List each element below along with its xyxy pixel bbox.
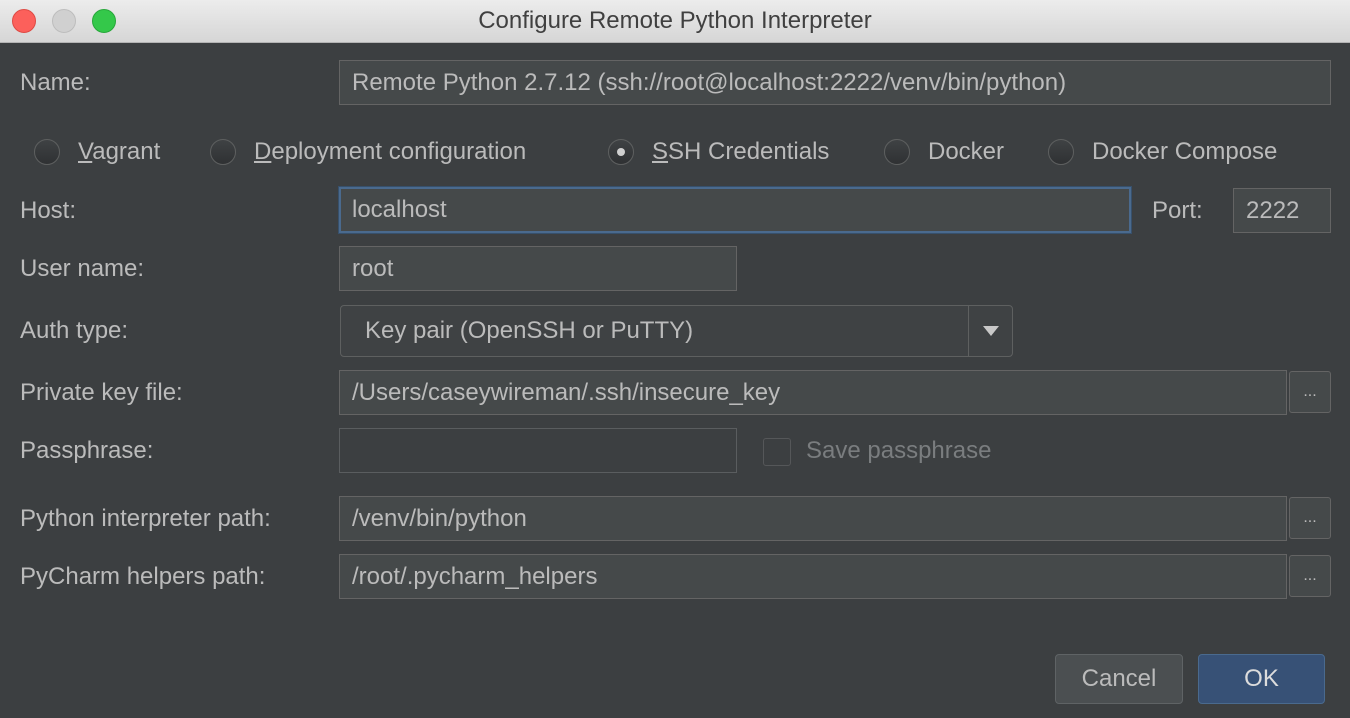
window-title: Configure Remote Python Interpreter <box>478 7 872 34</box>
interpreter-path-value: /venv/bin/python <box>352 504 527 532</box>
radio-label: Docker Compose <box>1092 138 1278 165</box>
passphrase-label: Passphrase: <box>20 437 154 464</box>
save-passphrase-label: Save passphrase <box>806 437 992 464</box>
port-value: 2222 <box>1246 196 1300 224</box>
interpreter-path-label: Python interpreter path: <box>20 505 271 532</box>
host-input[interactable]: localhost <box>339 187 1131 233</box>
radio-docker[interactable]: Docker <box>884 132 1004 172</box>
ok-button[interactable]: OK <box>1198 654 1325 704</box>
radio-label: Deployment configuration <box>254 138 527 165</box>
helpers-path-input[interactable]: /root/.pycharm_helpers <box>339 554 1287 599</box>
radio-button-selected[interactable] <box>608 139 634 165</box>
auth-type-label: Auth type: <box>20 317 129 344</box>
browse-helpers-button[interactable]: ... <box>1289 555 1331 597</box>
cancel-button[interactable]: Cancel <box>1055 654 1183 704</box>
username-input[interactable]: root <box>339 246 737 291</box>
private-key-label: Private key file: <box>20 379 183 406</box>
browse-interpreter-button[interactable]: ... <box>1289 497 1331 539</box>
host-label: Host: <box>20 197 77 224</box>
name-value: Remote Python 2.7.12 (ssh://root@localho… <box>352 68 1067 96</box>
radio-ssh-credentials[interactable]: SSH Credentials <box>608 132 829 172</box>
host-value: localhost <box>352 196 447 223</box>
username-label: User name: <box>20 255 145 282</box>
radio-button[interactable] <box>210 139 236 165</box>
interpreter-path-input[interactable]: /venv/bin/python <box>339 496 1287 541</box>
radio-label: Vagrant <box>78 138 161 165</box>
passphrase-input[interactable] <box>339 428 737 473</box>
auth-type-value: Key pair (OpenSSH or PuTTY) <box>365 317 694 344</box>
name-label: Name: <box>20 69 91 96</box>
title-bar: Configure Remote Python Interpreter <box>0 0 1350 43</box>
chevron-down-icon[interactable] <box>968 306 1012 356</box>
port-label: Port: <box>1152 197 1203 224</box>
username-value: root <box>352 254 394 282</box>
radio-deployment-configuration[interactable]: Deployment configuration <box>210 132 526 172</box>
browse-private-key-button[interactable]: ... <box>1289 371 1331 413</box>
auth-type-select[interactable]: Key pair (OpenSSH or PuTTY) <box>340 305 1013 357</box>
name-field[interactable]: Remote Python 2.7.12 (ssh://root@localho… <box>339 60 1331 105</box>
save-passphrase-checkbox[interactable] <box>763 438 791 466</box>
radio-label: Docker <box>928 138 1005 165</box>
radio-button[interactable] <box>34 139 60 165</box>
private-key-value: /Users/caseywireman/.ssh/insecure_key <box>352 378 781 406</box>
helpers-path-value: /root/.pycharm_helpers <box>352 562 598 590</box>
radio-button[interactable] <box>884 139 910 165</box>
radio-docker-compose[interactable]: Docker Compose <box>1048 132 1277 172</box>
radio-vagrant[interactable]: Vagrant <box>34 132 160 172</box>
helpers-path-label: PyCharm helpers path: <box>20 563 266 590</box>
radio-label: SSH Credentials <box>652 138 830 165</box>
radio-button[interactable] <box>1048 139 1074 165</box>
port-input[interactable]: 2222 <box>1233 188 1331 233</box>
private-key-input[interactable]: /Users/caseywireman/.ssh/insecure_key <box>339 370 1287 415</box>
